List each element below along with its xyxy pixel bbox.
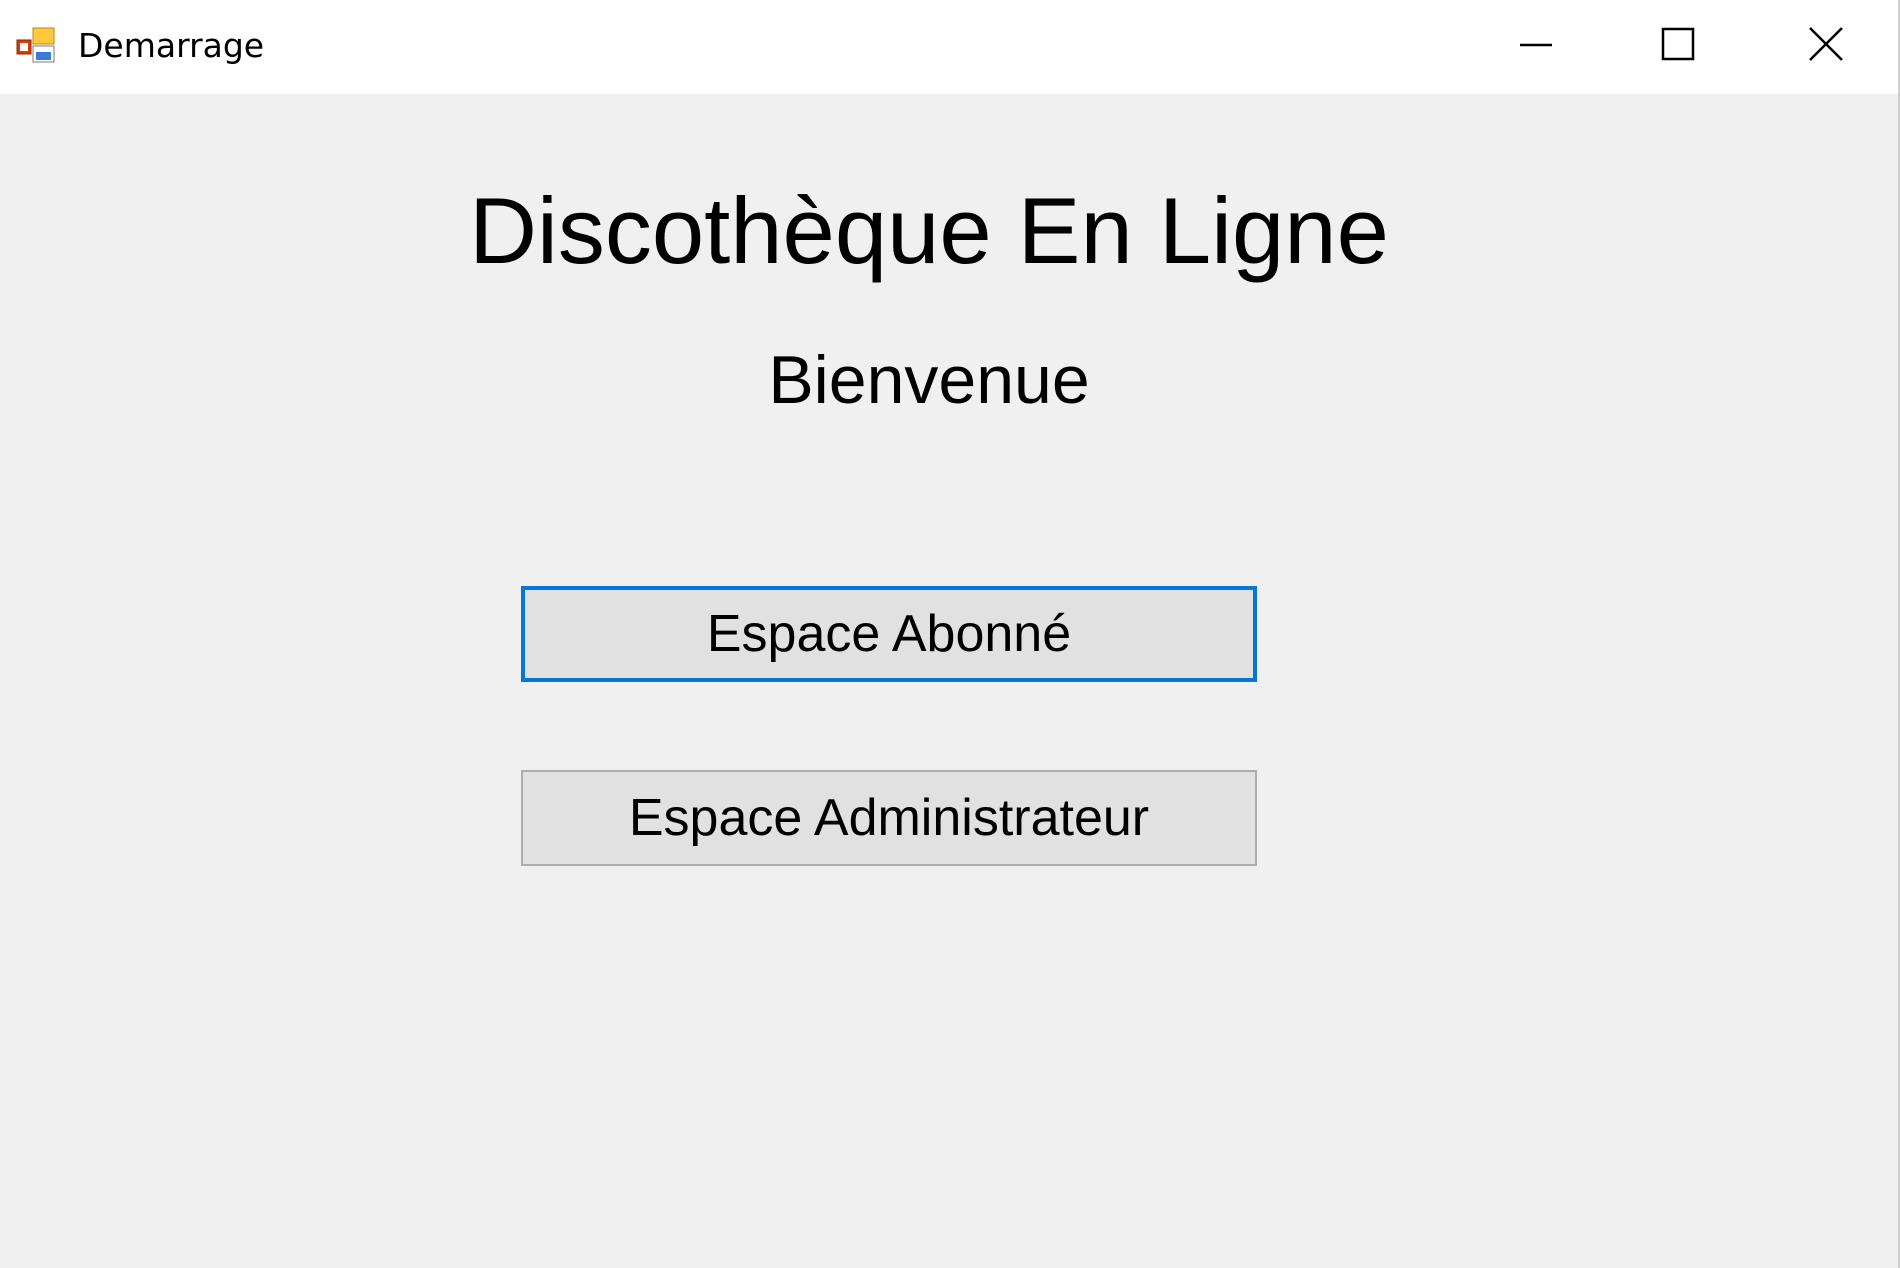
minimize-icon [1518, 26, 1554, 62]
close-button[interactable] [1756, 0, 1896, 88]
maximize-icon [1660, 26, 1696, 62]
minimize-button[interactable] [1466, 0, 1606, 88]
welcome-label: Bienvenue [768, 342, 1090, 418]
form-client-area: Discothèque En Ligne Bienvenue Espace Ab… [0, 94, 1898, 1268]
window-title: Demarrage [78, 26, 265, 65]
close-icon [1808, 26, 1844, 62]
title-bar[interactable]: Demarrage [0, 0, 1898, 94]
maximize-button[interactable] [1608, 0, 1748, 88]
demarrage-window: Demarrage Discothèque En Ligne Bienvenue… [0, 0, 1900, 1268]
espace-administrateur-button[interactable]: Espace Administrateur [521, 770, 1257, 866]
app-title: Discothèque En Ligne [469, 178, 1389, 283]
app-icon [16, 26, 56, 66]
espace-abonne-button[interactable]: Espace Abonné [521, 586, 1257, 682]
